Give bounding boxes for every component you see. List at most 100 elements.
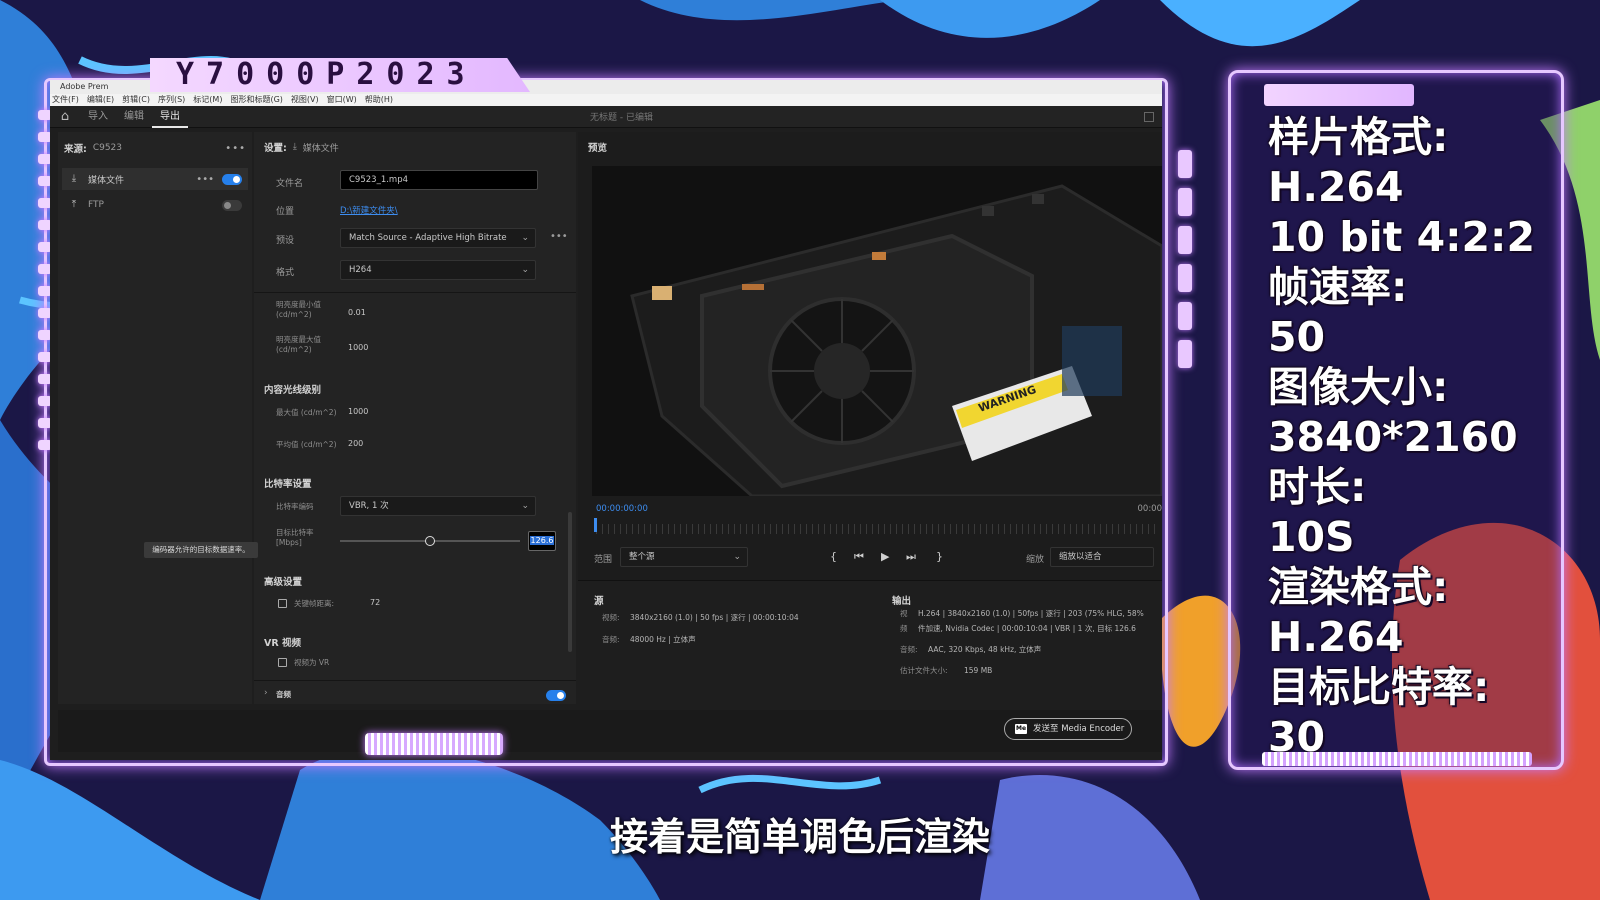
laptop-motherboard-image: WARNING [592, 166, 1162, 496]
avg-value[interactable]: 200 [348, 439, 363, 448]
timecode-end: 00:00 [1137, 504, 1163, 514]
destination-more-icon[interactable]: ••• [196, 174, 214, 185]
source-more-icon[interactable]: ••• [225, 143, 246, 154]
slider-handle[interactable] [425, 536, 435, 546]
location-label: 位置 [276, 207, 295, 217]
lum-min-value[interactable]: 0.01 [348, 308, 366, 317]
video-subtitle: 接着是简单调色后渲染 [609, 815, 990, 859]
preset-more-icon[interactable]: ••• [550, 231, 568, 242]
menu-view[interactable]: 视图(V) [291, 94, 319, 106]
play-icon[interactable]: ▶ [881, 550, 889, 563]
destination-media-file[interactable]: ⤓ 媒体文件 ••• [62, 168, 248, 190]
document-title: 无标题 - 已编辑 [590, 113, 653, 123]
send-label: 发送至 Media Encoder [1033, 724, 1125, 734]
content-light-header: 内容光线级别 [264, 385, 322, 396]
zoom-label: 缩放 [1026, 555, 1045, 565]
source-row: 来源: C9523 ••• [64, 140, 246, 156]
settings-header-label: 设置: [264, 143, 287, 154]
divider [254, 292, 576, 293]
format-value: H264 [349, 265, 372, 275]
keyframe-value[interactable]: 72 [370, 598, 380, 607]
timecode-start: 00:00:00:00 [596, 504, 648, 514]
settings-header: 设置: ⤓ 媒体文件 [264, 140, 339, 154]
bitrate-encoding-value: VBR, 1 次 [349, 501, 389, 511]
tab-edit[interactable]: 编辑 [116, 106, 152, 128]
audio-section-label[interactable]: 音频 [276, 690, 291, 700]
destination-ftp[interactable]: ⤒ FTP [62, 194, 248, 216]
media-file-icon: ⤓ [292, 142, 297, 152]
menu-graphics[interactable]: 图形和标题(G) [230, 94, 282, 106]
summary-source-video-label: 视频: [602, 613, 620, 622]
info-line: 50 [1268, 313, 1326, 361]
chevron-right-icon[interactable]: › [264, 688, 268, 698]
lum-max-label: 明亮度最大值 (cd/m^2) [276, 335, 321, 355]
info-line: 3840*2160 [1268, 413, 1518, 461]
ftp-toggle[interactable] [222, 199, 242, 211]
download-icon: ⤓ [71, 173, 77, 184]
step-forward-icon[interactable]: ⏭ [906, 550, 916, 564]
timeline-ticks [596, 524, 1156, 534]
mark-in-icon[interactable]: { [830, 550, 837, 563]
menu-window[interactable]: 窗口(W) [327, 94, 357, 106]
target-bitrate-input[interactable]: 126.6 [528, 531, 556, 551]
format-label: 格式 [276, 268, 295, 278]
menu-markers[interactable]: 标记(M) [193, 94, 222, 106]
max-label: 最大值 (cd/m^2) [276, 408, 337, 417]
lum-max-value[interactable]: 1000 [348, 343, 368, 352]
chevron-down-icon: ⌄ [521, 233, 529, 243]
info-panel-text: 样片格式: H.264 10 bit 4:2:2 帧速率: 50 图像大小: 3… [1268, 112, 1568, 762]
send-to-media-encoder-button[interactable]: Me 发送至 Media Encoder [1004, 718, 1132, 740]
summary-source-video: 3840x2160 (1.0) | 50 fps | 逐行 | 00:00:10… [630, 613, 799, 622]
source-label: 来源: [64, 144, 87, 155]
advanced-header: 高级设置 [264, 577, 303, 588]
home-icon[interactable]: ⌂ [50, 109, 80, 124]
summary-output-video: H.264 | 3840x2160 (1.0) | 50fps | 逐行 | 2… [918, 609, 1144, 618]
vr-checkbox[interactable] [278, 658, 287, 667]
zoom-select[interactable]: 缩放以适合 [1050, 547, 1154, 567]
summary-output-video-label: 视 [900, 609, 908, 618]
target-bitrate-label-text: 目标比特率 [276, 528, 314, 537]
info-line: 样片格式: [1268, 113, 1449, 161]
format-select[interactable]: H264 ⌄ [340, 260, 536, 280]
menu-clip[interactable]: 剪辑(C) [122, 94, 150, 106]
step-back-icon[interactable]: ⏮ [854, 550, 864, 564]
keyframe-label: 关键帧距离: [294, 599, 335, 608]
menu-file[interactable]: 文件(F) [52, 94, 79, 106]
menu-bar: 文件(F) 编辑(E) 剪辑(C) 序列(S) 标记(M) 图形和标题(G) 视… [50, 94, 1162, 106]
range-label: 范围 [594, 555, 613, 565]
audio-toggle[interactable] [546, 690, 566, 701]
lum-max-unit: (cd/m^2) [276, 345, 312, 354]
avg-label: 平均值 (cd/m^2) [276, 440, 337, 449]
menu-edit[interactable]: 编辑(E) [87, 94, 114, 106]
menu-help[interactable]: 帮助(H) [365, 94, 393, 106]
footer-bar: Me 发送至 Media Encoder [58, 710, 1162, 752]
preset-label: 预设 [276, 236, 295, 246]
tab-import[interactable]: 导入 [80, 106, 116, 128]
tab-export[interactable]: 导出 [152, 106, 188, 128]
settings-scrollbar[interactable] [568, 512, 572, 652]
lum-min-label: 明亮度最小值 (cd/m^2) [276, 300, 321, 320]
playhead[interactable] [594, 518, 597, 532]
menu-sequence[interactable]: 序列(S) [158, 94, 185, 106]
upload-icon: ⤒ [71, 199, 77, 210]
lum-min-label-text: 明亮度最小值 [276, 300, 321, 309]
media-file-toggle[interactable] [222, 173, 242, 185]
vr-header: VR 视频 [264, 638, 301, 649]
keyframe-checkbox[interactable] [278, 599, 287, 608]
preset-select[interactable]: Match Source - Adaptive High Bitrate ⌄ [340, 228, 536, 248]
mark-out-icon[interactable]: } [936, 550, 943, 563]
range-value: 整个源 [629, 552, 655, 562]
info-line: 帧速率: [1268, 263, 1408, 311]
location-link[interactable]: D:\新建文件夹\ [340, 204, 398, 216]
max-value[interactable]: 1000 [348, 407, 368, 416]
info-line: 目标比特率: [1268, 663, 1490, 711]
frame-bottom-bar [365, 733, 503, 755]
info-line: H.264 [1268, 163, 1404, 211]
filename-input[interactable]: C9523_1.mp4 [340, 170, 538, 190]
target-bitrate-tooltip: 编码器允许的目标数据速率。 [144, 542, 258, 558]
bitrate-encoding-select[interactable]: VBR, 1 次 ⌄ [340, 496, 536, 516]
timeline-bar[interactable]: 00:00:00:00 00:00 [592, 502, 1163, 534]
maximize-icon[interactable] [1144, 111, 1154, 122]
summary-source-header: 源 [594, 596, 604, 607]
range-select[interactable]: 整个源 ⌄ [620, 547, 748, 567]
